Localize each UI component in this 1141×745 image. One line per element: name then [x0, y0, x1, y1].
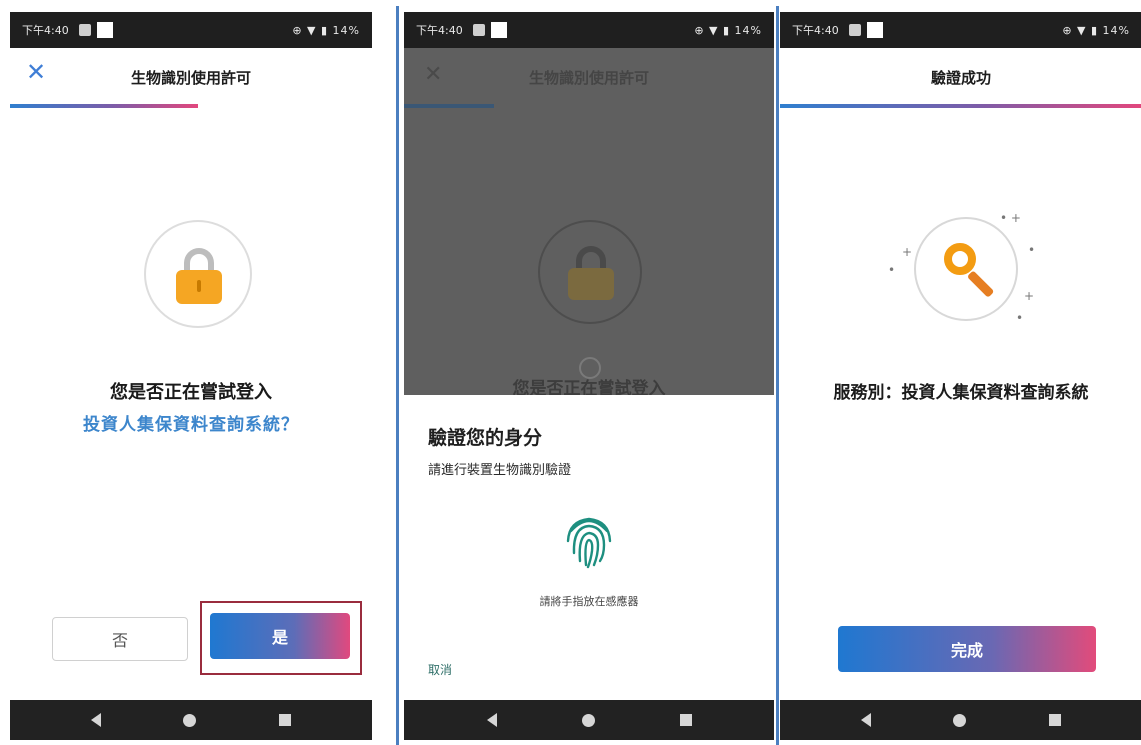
dimmed-page-title: 生物識別使用許可 [528, 68, 649, 87]
notification-icon [78, 24, 91, 36]
biometric-sheet: 驗證您的身分 請進行裝置生物識別驗證 請將手指放在感應器 取消 [404, 395, 774, 700]
app-bar: 驗證成功 [780, 48, 1141, 106]
sparkle-icon: • + [1000, 211, 1021, 225]
status-time: 下午4:40 [416, 24, 463, 37]
fingerprint-hint: 請將手指放在感應器 [539, 595, 639, 608]
status-indicators: ⊕ ▼ ▮ 14% [694, 23, 762, 37]
status-bar: 下午4:40 ⊕ ▼ ▮ 14% [404, 12, 774, 48]
nav-bar [404, 700, 774, 740]
home-icon[interactable] [581, 713, 595, 727]
recents-icon[interactable] [278, 714, 291, 726]
notification-icon [866, 22, 883, 38]
nav-bar [780, 700, 1141, 740]
page-title: 生物識別使用許可 [130, 68, 251, 87]
fingerprint-icon[interactable] [563, 509, 615, 569]
title-accent-line [780, 104, 1141, 108]
key-icon-shaft [966, 270, 995, 298]
status-indicators: ⊕ ▼ ▮ 14% [292, 23, 360, 37]
title-accent-line [10, 104, 198, 108]
system-name-link: 投資人集保資料查詢系統？ [83, 415, 299, 435]
notification-icon [490, 22, 507, 38]
sheet-title: 驗證您的身分 [428, 427, 543, 449]
status-time: 下午4:40 [22, 24, 69, 37]
status-bar: 下午4:40 ⊕ ▼ ▮ 14% [10, 12, 372, 48]
sparkle-icon: • [1028, 243, 1036, 257]
screen-biometric-verify: 下午4:40 ⊕ ▼ ▮ 14% ✕ 生物識別使用許可 您是否正在嘗試登入 驗證… [404, 12, 774, 740]
key-icon-circle [914, 217, 1018, 321]
sparkle-icon: + [1024, 289, 1035, 303]
sheet-subtitle: 請進行裝置生物識別驗證 [428, 463, 572, 478]
notification-icon [472, 24, 485, 36]
service-label: 服務別：投資人集保資料查詢系統 [833, 383, 1089, 403]
notification-icon [848, 24, 861, 36]
notification-icon [96, 22, 113, 38]
dimmed-accent-line [404, 104, 494, 108]
close-icon[interactable]: ✕ [26, 60, 46, 84]
page-title: 驗證成功 [930, 68, 991, 87]
lock-icon-circle [144, 220, 252, 328]
recents-icon[interactable] [679, 714, 692, 726]
screen-permission: 下午4:40 ⊕ ▼ ▮ 14% ✕ 生物識別使用許可 您是否正在嘗試登入 投資… [10, 12, 372, 740]
lock-icon-keyhole [197, 280, 201, 292]
done-button[interactable]: 完成 [838, 626, 1096, 672]
home-icon[interactable] [953, 713, 967, 727]
yes-button[interactable]: 是 [210, 613, 350, 659]
screen-divider [776, 6, 779, 745]
screen-verify-success: 下午4:40 ⊕ ▼ ▮ 14% 驗證成功 + • • + • + • 服務別：… [780, 12, 1141, 740]
status-time: 下午4:40 [792, 24, 839, 37]
back-icon[interactable] [91, 713, 102, 727]
key-icon [944, 243, 976, 275]
back-icon[interactable] [861, 713, 872, 727]
app-bar: ✕ 生物識別使用許可 [10, 48, 372, 106]
back-icon[interactable] [486, 713, 497, 727]
sparkle-icon: + [902, 245, 913, 259]
dimmed-lock-circle [538, 220, 642, 324]
no-button[interactable]: 否 [52, 617, 188, 661]
screen-divider [396, 6, 399, 745]
login-question: 您是否正在嘗試登入 [110, 382, 272, 403]
recents-icon[interactable] [1048, 714, 1061, 726]
status-indicators: ⊕ ▼ ▮ 14% [1062, 23, 1130, 37]
sparkle-icon: • [1016, 311, 1024, 325]
cancel-button[interactable]: 取消 [428, 661, 452, 678]
lock-icon-body [568, 268, 614, 300]
home-icon[interactable] [183, 713, 197, 727]
nav-bar [10, 700, 372, 740]
sparkle-icon: • [888, 263, 896, 277]
status-bar: 下午4:40 ⊕ ▼ ▮ 14% [780, 12, 1141, 48]
